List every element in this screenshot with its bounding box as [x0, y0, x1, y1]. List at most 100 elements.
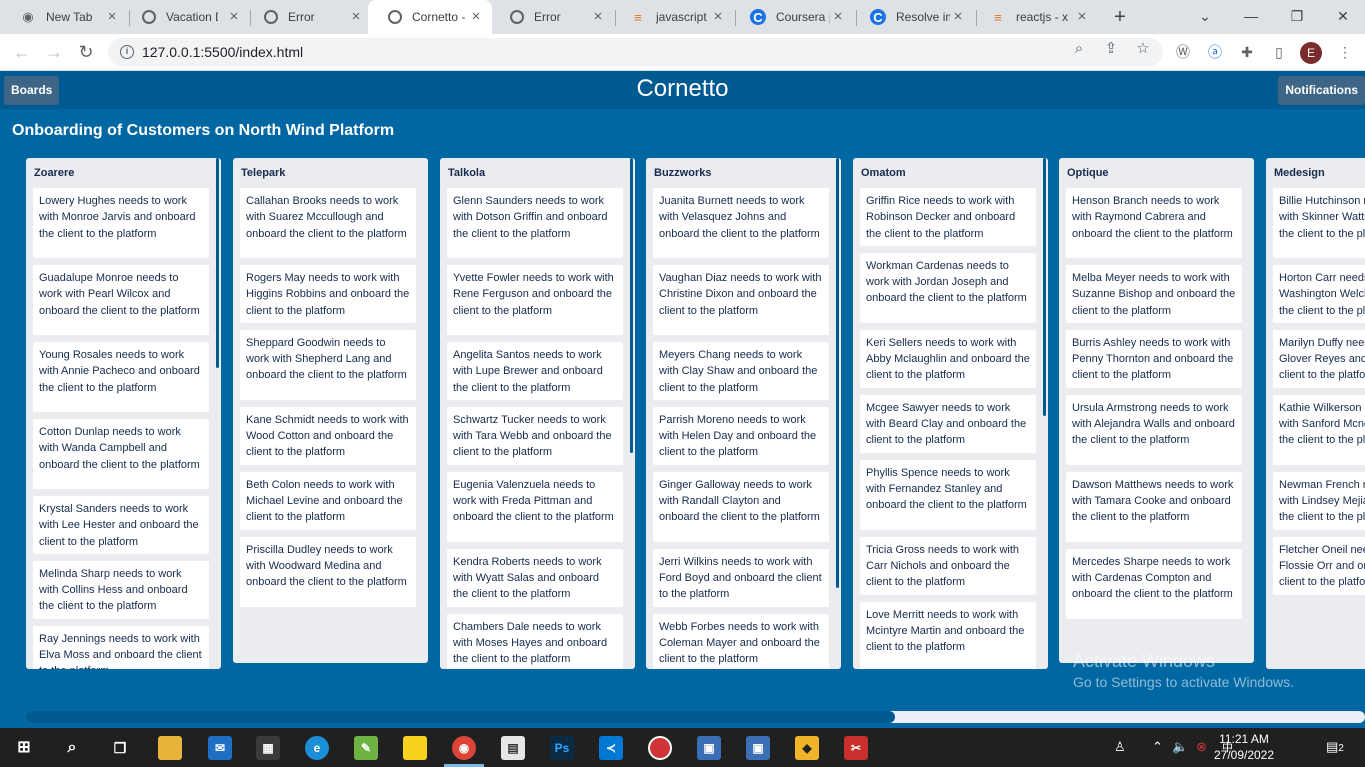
- extension-icon[interactable]: ⓐ: [1206, 43, 1224, 61]
- new-tab-button[interactable]: +: [1108, 5, 1132, 29]
- card[interactable]: Henson Branch needs to work with Raymond…: [1066, 188, 1242, 258]
- card[interactable]: Webb Forbes needs to work with Coleman M…: [653, 613, 829, 669]
- zoom-icon[interactable]: ⌕: [1070, 40, 1088, 58]
- tab-search-icon[interactable]: ⌄: [1182, 0, 1228, 34]
- forward-button[interactable]: →: [42, 40, 66, 64]
- mail-icon[interactable]: ✉: [208, 736, 232, 760]
- address-bar[interactable]: i 127.0.0.1:5500/index.html: [108, 38, 1163, 66]
- card[interactable]: Griffin Rice needs to work with Robinson…: [860, 188, 1036, 246]
- card[interactable]: Workman Cardenas needs to work with Jord…: [860, 252, 1036, 323]
- card[interactable]: Newman French needs to work with Lindsey…: [1273, 471, 1365, 530]
- volume-icon[interactable]: 🔈: [1172, 739, 1188, 755]
- card[interactable]: Sheppard Goodwin needs to work with Shep…: [240, 329, 416, 400]
- card[interactable]: Beth Colon needs to work with Michael Le…: [240, 471, 416, 530]
- close-tab-icon[interactable]: ×: [348, 9, 364, 25]
- list-scrollbar[interactable]: [630, 158, 633, 453]
- close-tab-icon[interactable]: ×: [1074, 9, 1090, 25]
- card[interactable]: Juanita Burnett needs to work with Velas…: [653, 188, 829, 258]
- card[interactable]: Kane Schmidt needs to work with Wood Cot…: [240, 406, 416, 465]
- network-icon[interactable]: ⊗: [1196, 739, 1207, 755]
- browser-tab-active[interactable]: Cornetto - ×: [368, 0, 492, 34]
- card[interactable]: Cotton Dunlap needs to work with Wanda C…: [33, 419, 209, 489]
- card[interactable]: Melinda Sharp needs to work with Collins…: [33, 560, 209, 619]
- browser-tab[interactable]: C Coursera | ×: [730, 0, 854, 34]
- card[interactable]: Eugenia Valenzuela needs to work with Fr…: [447, 471, 623, 542]
- list-scrollbar[interactable]: [836, 158, 839, 588]
- browser-tab[interactable]: C Resolve im ×: [850, 0, 974, 34]
- list-scrollbar[interactable]: [1043, 158, 1046, 416]
- card[interactable]: Schwartz Tucker needs to work with Tara …: [447, 406, 623, 465]
- notifications-button[interactable]: Notifications: [1278, 76, 1365, 105]
- tool-icon[interactable]: ✂: [844, 736, 868, 760]
- card[interactable]: Meyers Chang needs to work with Clay Sha…: [653, 342, 829, 400]
- browser-tab[interactable]: ≡ javascript - ×: [610, 0, 734, 34]
- card[interactable]: Callahan Brooks needs to work with Suare…: [240, 188, 416, 258]
- info-icon[interactable]: i: [120, 45, 134, 59]
- show-hidden-icons[interactable]: ⌃: [1152, 739, 1163, 755]
- search-icon[interactable]: ⌕: [60, 736, 84, 760]
- card[interactable]: Vaughan Diaz needs to work with Christin…: [653, 265, 829, 335]
- close-tab-icon[interactable]: ×: [468, 9, 484, 25]
- close-tab-icon[interactable]: ×: [590, 9, 606, 25]
- card[interactable]: Billie Hutchinson needs to work with Ski…: [1273, 188, 1365, 258]
- wordpress-extension-icon[interactable]: Ⓦ: [1174, 43, 1192, 61]
- card[interactable]: Ursula Armstrong needs to work with Alej…: [1066, 394, 1242, 465]
- people-icon[interactable]: ♙: [1114, 739, 1126, 755]
- browser-tab[interactable]: ◉ New Tab ×: [0, 0, 128, 34]
- card[interactable]: Kendra Roberts needs to work with Wyatt …: [447, 548, 623, 607]
- card[interactable]: Fletcher Oneil needs to work with Flossi…: [1273, 536, 1365, 595]
- card[interactable]: Ray Jennings needs to work with Elva Mos…: [33, 625, 209, 669]
- card[interactable]: Rogers May needs to work with Higgins Ro…: [240, 265, 416, 323]
- sticky-notes-icon[interactable]: [403, 736, 427, 760]
- minimize-button[interactable]: —: [1228, 0, 1274, 34]
- card[interactable]: Marilyn Duffy needs to work with Glover …: [1273, 329, 1365, 388]
- card[interactable]: Lowery Hughes needs to work with Monroe …: [33, 188, 209, 258]
- close-tab-icon[interactable]: ×: [710, 9, 726, 25]
- close-tab-icon[interactable]: ×: [950, 9, 966, 25]
- card[interactable]: Kathie Wilkerson needs to work with Sanf…: [1273, 394, 1365, 465]
- vscode-icon[interactable]: ≺: [599, 736, 623, 760]
- notepad-plus-icon[interactable]: ✎: [354, 736, 378, 760]
- git-icon[interactable]: ◆: [795, 736, 819, 760]
- puzzle-extensions-icon[interactable]: ✚: [1238, 43, 1256, 61]
- browser-tab[interactable]: Vacation D ×: [122, 0, 250, 34]
- card[interactable]: Ginger Galloway needs to work with Randa…: [653, 471, 829, 542]
- card[interactable]: Parrish Moreno needs to work with Helen …: [653, 406, 829, 465]
- maximize-button[interactable]: ❐: [1274, 0, 1320, 34]
- profile-avatar[interactable]: E: [1300, 42, 1322, 64]
- card[interactable]: Phyllis Spence needs to work with Fernan…: [860, 459, 1036, 530]
- browser-tab[interactable]: ≡ reactjs - x ×: [970, 0, 1098, 34]
- card[interactable]: Melba Meyer needs to work with Suzanne B…: [1066, 265, 1242, 323]
- card[interactable]: Horton Carr needs to work with Washingto…: [1273, 265, 1365, 323]
- recorder-icon[interactable]: [648, 736, 672, 760]
- photoshop-icon[interactable]: Ps: [550, 736, 574, 760]
- card[interactable]: Tricia Gross needs to work with Carr Nic…: [860, 536, 1036, 595]
- card[interactable]: Chambers Dale needs to work with Moses H…: [447, 613, 623, 669]
- close-window-button[interactable]: ✕: [1320, 0, 1365, 34]
- card[interactable]: Mcgee Sawyer needs to work with Beard Cl…: [860, 394, 1036, 453]
- card[interactable]: Young Rosales needs to work with Annie P…: [33, 342, 209, 412]
- edge-icon[interactable]: e: [305, 736, 329, 760]
- browser-tab[interactable]: Error ×: [244, 0, 372, 34]
- card[interactable]: Love Merritt needs to work with Mcintyre…: [860, 601, 1036, 669]
- close-tab-icon[interactable]: ×: [830, 9, 846, 25]
- chrome-icon[interactable]: ◉: [452, 736, 476, 760]
- card[interactable]: Dawson Matthews needs to work with Tamar…: [1066, 471, 1242, 542]
- browser-tab[interactable]: Error ×: [490, 0, 614, 34]
- list-scrollbar[interactable]: [216, 158, 219, 368]
- browser-menu-icon[interactable]: ⋮: [1336, 43, 1354, 61]
- back-button[interactable]: ←: [10, 40, 34, 64]
- horizontal-scrollbar-thumb[interactable]: [25, 711, 895, 723]
- card[interactable]: Angelita Santos needs to work with Lupe …: [447, 342, 623, 400]
- close-tab-icon[interactable]: ×: [226, 9, 242, 25]
- close-tab-icon[interactable]: ×: [104, 9, 120, 25]
- card[interactable]: Burris Ashley needs to work with Penny T…: [1066, 329, 1242, 388]
- file-explorer-icon[interactable]: [158, 736, 182, 760]
- card[interactable]: Glenn Saunders needs to work with Dotson…: [447, 188, 623, 258]
- bookmark-star-icon[interactable]: ☆: [1134, 40, 1152, 58]
- card[interactable]: Guadalupe Monroe needs to work with Pear…: [33, 265, 209, 335]
- card[interactable]: Jerri Wilkins needs to work with Ford Bo…: [653, 548, 829, 607]
- window-app-icon[interactable]: ▣: [697, 736, 721, 760]
- task-view-icon[interactable]: ❒: [108, 736, 132, 760]
- side-panel-icon[interactable]: ▯: [1270, 43, 1288, 61]
